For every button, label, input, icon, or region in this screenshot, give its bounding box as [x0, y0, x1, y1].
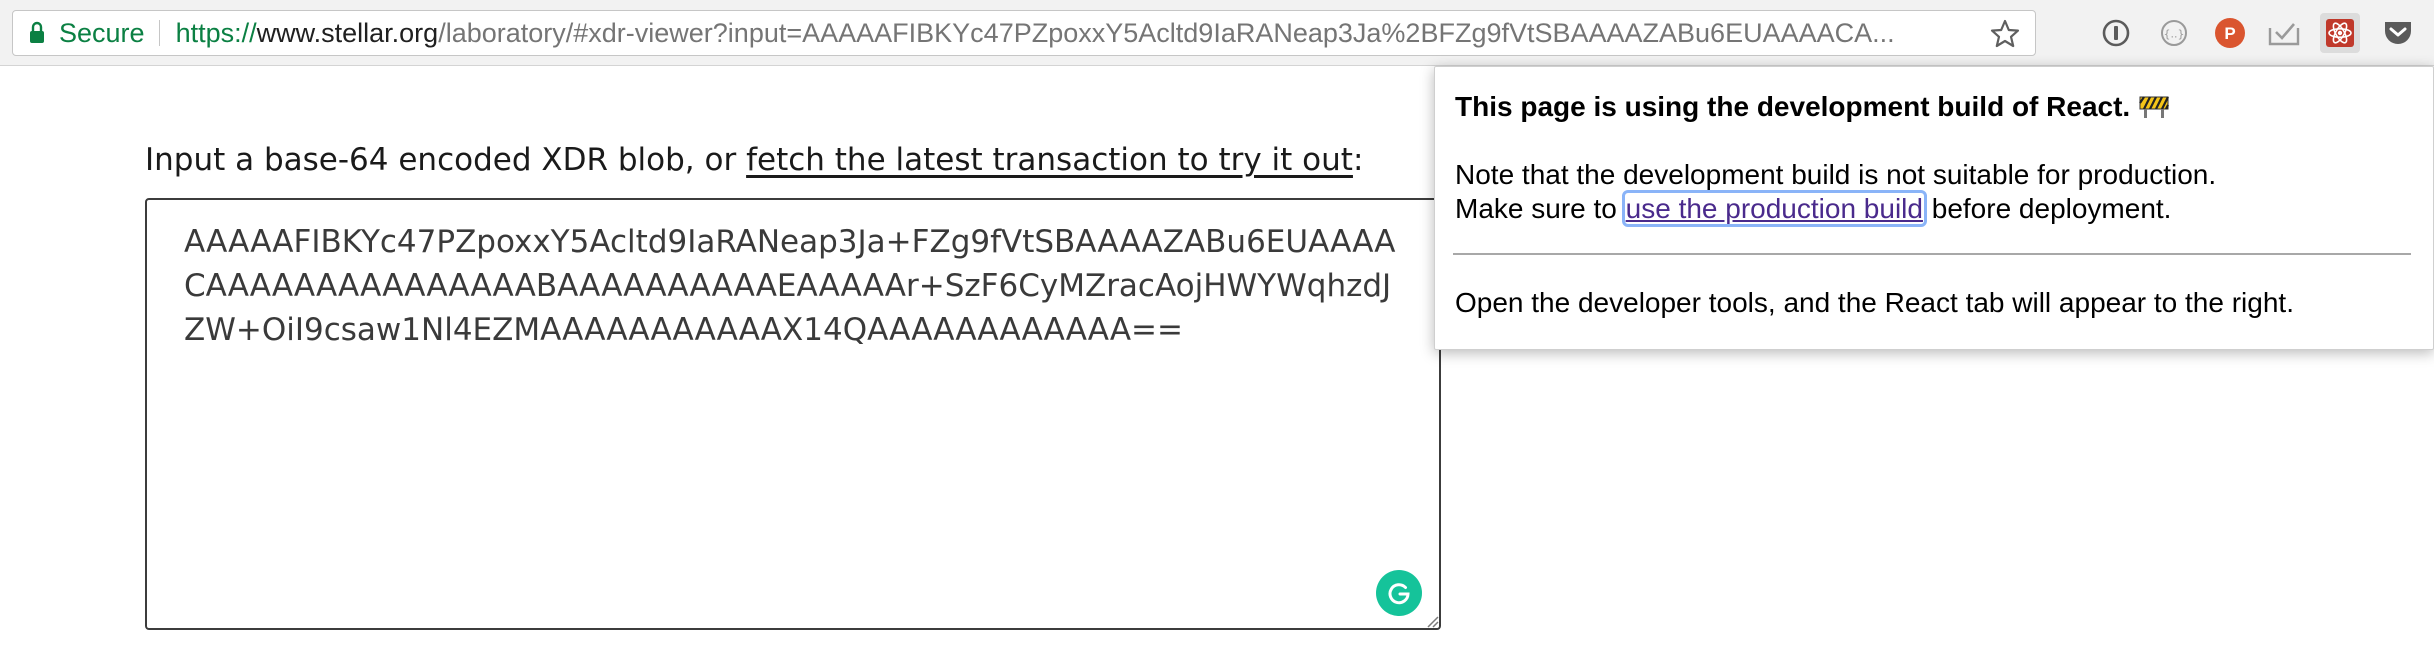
react-devtools-icon[interactable] [2320, 13, 2360, 53]
grammarly-icon[interactable] [1376, 570, 1422, 616]
input-label-prefix: Input a base-64 encoded XDR blob, or [145, 142, 747, 178]
svg-text:P: P [2224, 24, 2235, 43]
address-bar[interactable]: Secure https://www.stellar.org/laborator… [12, 10, 2036, 56]
input-label-suffix: : [1352, 142, 1364, 178]
construction-icon [2139, 96, 2170, 118]
popup-divider [1453, 253, 2411, 255]
resize-handle-icon[interactable] [1425, 614, 1439, 628]
svg-text:{..}: {..} [2164, 28, 2185, 41]
production-build-link[interactable]: use the production build [1621, 190, 1927, 227]
producthunt-icon[interactable]: P [2210, 13, 2250, 53]
popup-production-line: Make sure to use the production build be… [1455, 190, 2172, 227]
json-viewer-icon[interactable]: {..} [2154, 13, 2194, 53]
url-host: www.stellar.org [256, 17, 439, 48]
bookmark-star-icon[interactable] [1989, 18, 2021, 50]
url-text[interactable]: https://www.stellar.org/laboratory/#xdr-… [176, 18, 2035, 49]
pocket-icon[interactable] [2378, 13, 2418, 53]
omnibox-divider [158, 20, 160, 46]
popup-title: This page is using the development build… [1455, 91, 2170, 123]
url-path: /laboratory/#xdr-viewer?input=AAAAAFIBKY… [438, 17, 1895, 48]
fetch-latest-transaction-link[interactable]: fetch the latest transaction to try it o… [746, 142, 1353, 178]
xdr-input-label: Input a base-64 encoded XDR blob, or fet… [145, 142, 1363, 178]
popup-line2-prefix: Make sure to [1455, 193, 1625, 224]
todo-check-icon[interactable] [2264, 13, 2304, 53]
1password-icon[interactable] [2096, 13, 2136, 53]
popup-devtools-hint: Open the developer tools, and the React … [1455, 287, 2294, 318]
popup-line2-suffix: before deployment. [1923, 193, 2172, 224]
popup-title-text: This page is using the development build… [1455, 91, 2131, 122]
lock-icon [30, 21, 44, 43]
xdr-input-textarea[interactable]: AAAAAFIBKYc47PZpoxxY5Acltd9IaRANeap3Ja+F… [145, 198, 1441, 630]
react-devtools-popup: This page is using the development build… [1434, 66, 2434, 350]
secure-label: Secure [59, 17, 145, 48]
browser-toolbar: Secure https://www.stellar.org/laborator… [0, 0, 2434, 66]
popup-note-line: Note that the development build is not s… [1455, 159, 2217, 190]
url-scheme: https:// [175, 17, 257, 48]
